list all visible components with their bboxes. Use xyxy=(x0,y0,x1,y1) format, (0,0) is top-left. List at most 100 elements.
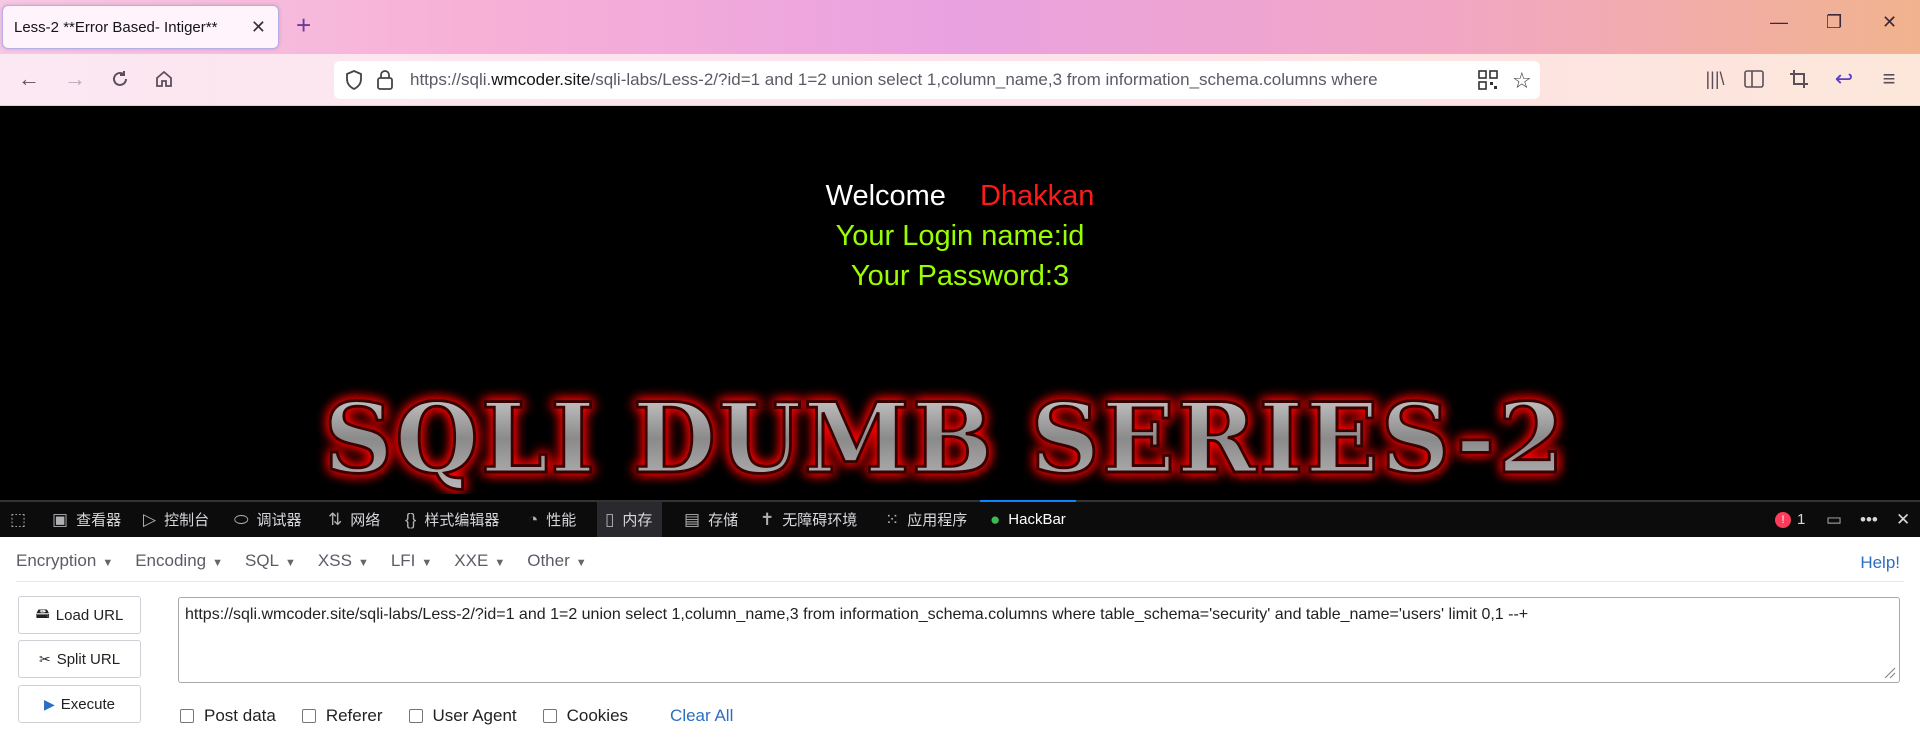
element-picker-icon[interactable]: ⬚ xyxy=(10,502,34,537)
checkbox-box[interactable] xyxy=(408,709,423,723)
menu-label: Other xyxy=(527,551,570,570)
caret-down-icon: ▼ xyxy=(575,557,587,569)
shield-icon[interactable] xyxy=(344,69,364,94)
menu-encryption[interactable]: Encryption ▼ xyxy=(16,551,113,575)
home-icon[interactable] xyxy=(151,66,177,92)
hackbar-url-textarea[interactable]: https://sqli.wmcoder.site/sqli-labs/Less… xyxy=(178,597,1900,683)
checkbox-label: User Agent xyxy=(432,706,517,725)
tab-label: 调试器 xyxy=(256,512,302,529)
welcome-line: Welcome Dhakkan xyxy=(0,180,1920,213)
accessibility-icon: ✝ xyxy=(760,509,775,529)
qr-code-icon[interactable] xyxy=(1478,70,1498,93)
close-tab-icon[interactable]: ✕ xyxy=(251,17,266,38)
close-devtools-icon[interactable]: ✕ xyxy=(1896,502,1918,537)
window-close-icon[interactable]: ✕ xyxy=(1882,12,1897,33)
tab-title: Less-2 **Error Based- Intiger** xyxy=(14,18,218,36)
tab-inspector[interactable]: ▣ 查看器 xyxy=(52,502,121,537)
login-name-text: Your Login name:id xyxy=(835,220,1085,252)
nav-bar: ← → https://sqli.wmcoder.site/sqli-labs/… xyxy=(0,54,1920,106)
hackbar-panel: Encryption ▼ Encoding ▼ SQL ▼ XSS ▼ LFI ▼ XXE… xyxy=(0,537,1920,754)
error-indicator[interactable]: ! 1 xyxy=(1775,502,1805,537)
split-url-button[interactable]: ✂ Split URL xyxy=(18,640,141,678)
debugger-icon: ⬭ xyxy=(234,509,249,529)
menu-xxe[interactable]: XXE ▼ xyxy=(454,551,505,575)
gauge-icon: ◔ xyxy=(528,509,539,529)
play-icon: ▶ xyxy=(44,695,55,712)
storage-icon: ▤ xyxy=(684,509,701,529)
hamburger-menu-icon[interactable]: ≡ xyxy=(1876,66,1902,92)
network-icon: ⇅ xyxy=(328,509,343,529)
memory-icon: ▯ xyxy=(605,509,615,529)
library-icon[interactable]: |||\ xyxy=(1702,66,1728,92)
button-label: Split URL xyxy=(56,650,121,668)
tab-memory[interactable]: ▯ 内存 xyxy=(597,502,663,537)
tab-network[interactable]: ⇅ 网络 xyxy=(328,502,380,537)
tab-accessibility[interactable]: ✝ 无障碍环境 xyxy=(760,502,857,537)
tab-application[interactable]: ⁙ 应用程序 xyxy=(885,502,967,537)
checkbox-box[interactable] xyxy=(180,709,194,723)
button-label: Load URL xyxy=(55,606,124,624)
checkbox-box[interactable] xyxy=(301,709,316,723)
menu-label: LFI xyxy=(390,551,416,570)
url-textarea-value: https://sqli.wmcoder.site/sqli-labs/Less… xyxy=(185,606,1529,623)
crop-screenshot-icon[interactable] xyxy=(1786,66,1812,92)
caret-down-icon: ▼ xyxy=(102,557,114,569)
new-tab-icon[interactable]: + xyxy=(296,12,311,38)
tab-label: 样式编辑器 xyxy=(424,512,500,529)
reload-icon[interactable] xyxy=(107,66,133,92)
url-text[interactable]: https://sqli.wmcoder.site/sqli-labs/Less… xyxy=(410,70,1445,90)
menu-xss[interactable]: XSS ▼ xyxy=(318,551,369,575)
url-bar[interactable]: https://sqli.wmcoder.site/sqli-labs/Less… xyxy=(334,61,1540,99)
dock-side-icon[interactable]: ▭ xyxy=(1826,502,1850,537)
minimize-icon[interactable]: — xyxy=(1770,12,1788,33)
checkbox-box[interactable] xyxy=(542,709,557,723)
url-prefix: https://sqli. xyxy=(410,70,492,89)
hackbar-options: Post data Referer User Agent Cookies Cle… xyxy=(180,705,733,727)
tab-storage[interactable]: ▤ 存储 xyxy=(684,502,738,537)
checkbox-label: Referer xyxy=(325,706,383,725)
referer-checkbox[interactable]: Referer xyxy=(301,706,383,726)
tab-label: HackBar xyxy=(1008,511,1066,528)
execute-button[interactable]: ▶ Execute xyxy=(18,685,141,723)
hackbar-logo-icon: ● xyxy=(990,509,1001,529)
menu-divider xyxy=(16,581,1904,582)
forward-arrow-icon[interactable]: → xyxy=(62,66,88,92)
menu-label: SQL xyxy=(245,551,280,570)
menu-lfi[interactable]: LFI ▼ xyxy=(391,551,432,575)
sidebar-icon[interactable] xyxy=(1741,66,1767,92)
back-arrow-icon[interactable]: ← xyxy=(16,66,42,92)
resize-grip-icon[interactable] xyxy=(1882,665,1896,679)
url-host: wmcoder.site xyxy=(491,70,591,89)
caret-down-icon: ▼ xyxy=(494,557,506,569)
menu-label: Encryption xyxy=(16,551,97,570)
load-url-button[interactable]: 🖴 Load URL xyxy=(18,596,141,634)
tab-performance[interactable]: ◔ 性能 xyxy=(528,502,576,537)
cookies-checkbox[interactable]: Cookies xyxy=(542,706,629,726)
bookmark-star-icon[interactable]: ☆ xyxy=(1512,68,1532,94)
grid-icon: ⁙ xyxy=(885,509,900,529)
tab-console[interactable]: ▷ 控制台 xyxy=(143,502,209,537)
menu-sql[interactable]: SQL ▼ xyxy=(245,551,296,575)
help-link[interactable]: Help! xyxy=(1860,553,1900,573)
more-options-icon[interactable]: ••• xyxy=(1860,502,1886,537)
post-data-checkbox[interactable]: Post data xyxy=(180,706,276,726)
menu-other[interactable]: Other ▼ xyxy=(527,551,586,575)
tab-label: 控制台 xyxy=(164,512,210,529)
lock-icon[interactable] xyxy=(376,69,394,94)
tab-label: 内存 xyxy=(622,512,653,529)
tab-bar: Less-2 **Error Based- Intiger** ✕ + — ❐ … xyxy=(0,0,1920,54)
user-agent-checkbox[interactable]: User Agent xyxy=(408,706,517,726)
browser-tab[interactable]: Less-2 **Error Based- Intiger** ✕ xyxy=(2,5,279,49)
tab-label: 网络 xyxy=(350,512,381,529)
sqli-banner: SQLI DUMB SERIES-2 xyxy=(322,381,1565,495)
tab-label: 应用程序 xyxy=(907,512,968,529)
menu-encoding[interactable]: Encoding ▼ xyxy=(135,551,223,575)
tab-label: 存储 xyxy=(708,512,739,529)
undo-arrow-icon[interactable]: ↩ xyxy=(1831,66,1857,92)
tab-style-editor[interactable]: {} 样式编辑器 xyxy=(405,502,499,537)
tab-debugger[interactable]: ⬭ 调试器 xyxy=(234,502,302,537)
restore-icon[interactable]: ❐ xyxy=(1826,12,1842,33)
tab-hackbar[interactable]: ● HackBar xyxy=(980,500,1076,537)
checkbox-label: Cookies xyxy=(566,706,629,725)
clear-all-link[interactable]: Clear All xyxy=(670,706,733,726)
